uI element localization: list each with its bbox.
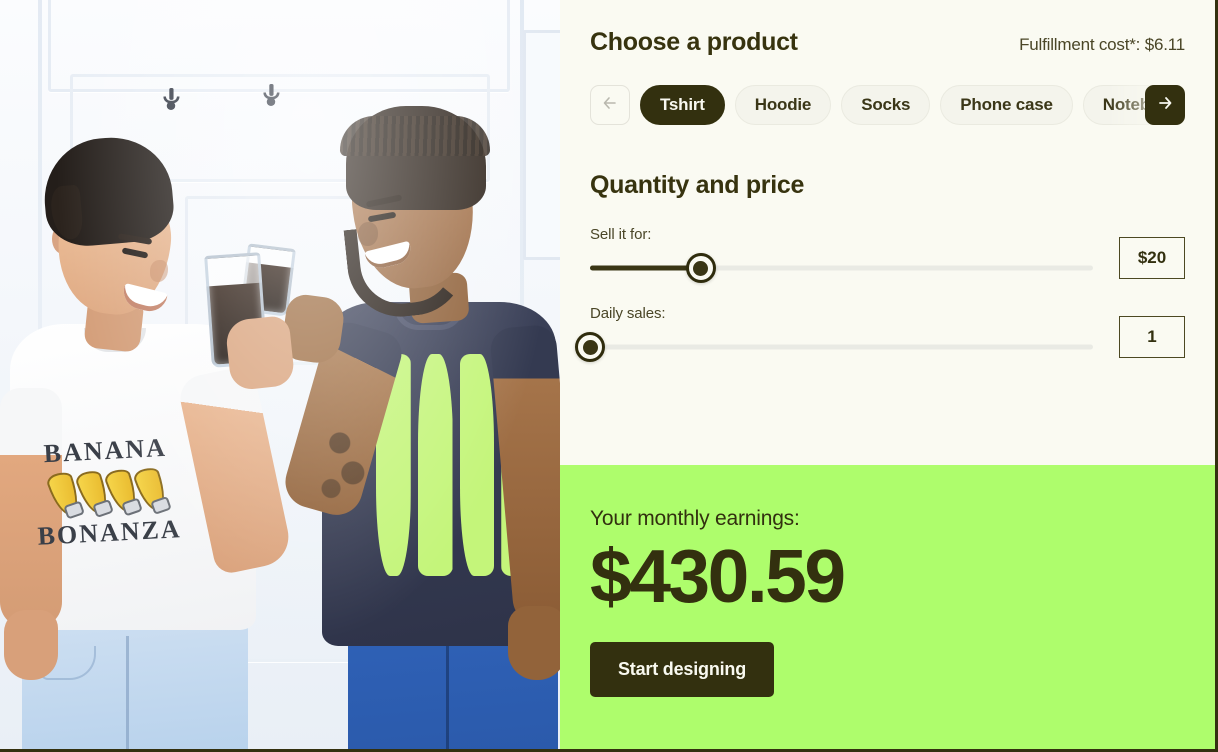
price-slider-thumb[interactable]: [685, 253, 716, 283]
price-slider-fill: [590, 265, 701, 271]
person-right-hand: [508, 606, 560, 680]
sales-slider-column: Daily sales:: [575, 305, 1093, 362]
quantity-section-title: Quantity and price: [590, 171, 805, 199]
carousel-next-button[interactable]: [1145, 85, 1185, 125]
price-value-input[interactable]: $20: [1119, 237, 1185, 279]
carousel-prev-button[interactable]: [590, 85, 630, 125]
earnings-section: Your monthly earnings: $430.59 Start des…: [560, 465, 1215, 749]
person-left-hand: [224, 314, 296, 392]
fulfillment-cost: Fulfillment cost*: $6.11: [1019, 35, 1185, 54]
coat-hook-icon: [262, 83, 281, 107]
product-pill-socks[interactable]: Socks: [841, 85, 931, 125]
product-pill-track[interactable]: Tshirt Hoodie Socks Phone case Notebook: [640, 85, 1185, 125]
person-right: [270, 106, 560, 749]
sales-slider-block: Daily sales: 1: [575, 305, 1185, 362]
start-designing-button[interactable]: Start designing: [590, 641, 775, 697]
price-slider[interactable]: [590, 253, 1093, 283]
earnings-calculator-page: BANANA BONANZA Choose a product Fulfillm…: [0, 0, 1218, 752]
calculator-panel: Choose a product Fulfillment cost*: $6.1…: [560, 0, 1215, 749]
hero-photo: BANANA BONANZA: [0, 0, 560, 749]
person-left-nose: [150, 260, 168, 282]
product-pill-phone-case[interactable]: Phone case: [940, 85, 1073, 125]
person-left: BANANA BONANZA: [0, 132, 294, 749]
shirt-text-top: BANANA: [42, 432, 168, 469]
mood-letter: [459, 354, 495, 576]
coat-hook-icon: [162, 87, 181, 111]
banana-row: [26, 464, 188, 520]
panel-spacer: [560, 358, 1215, 465]
photo-background: BANANA BONANZA: [0, 0, 560, 749]
sales-slider[interactable]: [575, 332, 1093, 362]
person-right-nose: [358, 222, 378, 246]
shirt-text-bottom: BONANZA: [36, 514, 183, 551]
earnings-amount: $430.59: [590, 534, 846, 618]
banana-bonanza-print: BANANA BONANZA: [25, 432, 192, 572]
sales-value-input[interactable]: 1: [1119, 316, 1185, 358]
page-title: Choose a product: [590, 28, 798, 56]
sales-slider-thumb[interactable]: [575, 332, 605, 362]
price-slider-block: Sell it for: $20: [590, 226, 1185, 283]
person-right-hair: [340, 106, 490, 210]
price-slider-column: Sell it for:: [590, 226, 1093, 283]
mood-letter: [417, 354, 453, 576]
sales-slider-label: Daily sales:: [590, 305, 666, 322]
sales-slider-track: [590, 344, 1093, 350]
panel-top-section: Choose a product Fulfillment cost*: $6.1…: [560, 0, 1215, 362]
arrow-right-icon: [1156, 94, 1174, 117]
product-header: Choose a product Fulfillment cost*: $6.1…: [590, 28, 1185, 57]
product-selector: Tshirt Hoodie Socks Phone case Notebook: [590, 85, 1185, 125]
product-pill-hoodie[interactable]: Hoodie: [734, 85, 832, 125]
arrow-left-icon: [601, 94, 619, 117]
earnings-label: Your monthly earnings:: [590, 507, 800, 530]
price-slider-label: Sell it for:: [590, 226, 652, 243]
person-left-hair: [39, 132, 177, 250]
person-left-hand: [4, 610, 58, 680]
product-pill-tshirt[interactable]: Tshirt: [640, 85, 725, 125]
